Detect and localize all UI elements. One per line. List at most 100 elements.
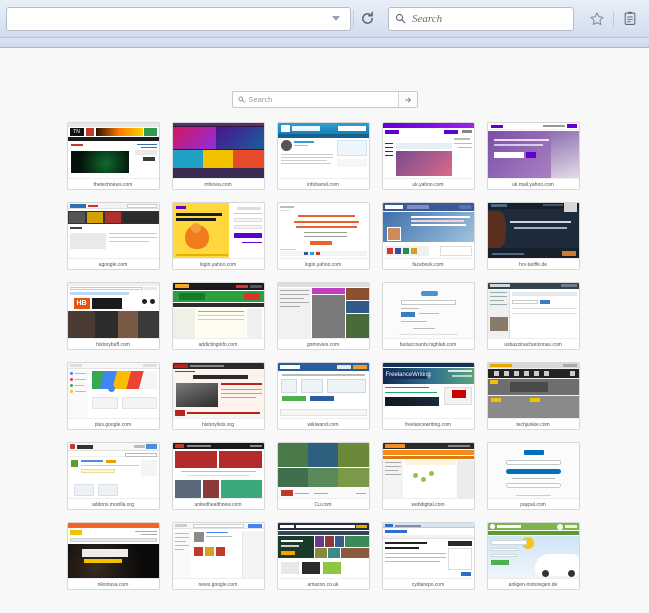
thumbnail-label: amazon.co.uk xyxy=(277,578,369,589)
thumbnail-label: Cu.com xyxy=(277,498,369,509)
thumbnail-tile[interactable]: hrs-tariffe.de xyxy=(486,202,580,270)
newtab-search-placeholder: Search xyxy=(248,95,273,104)
thumbnail-tile[interactable]: gomovies.com xyxy=(276,282,370,350)
thumbnail-grid: TN thetechnews.com mfsnea.com infobarrel… xyxy=(66,122,583,590)
thumbnail-label: login.yahoo.com xyxy=(277,258,369,269)
thumbnail-tile[interactable]: historylists.org xyxy=(171,362,265,430)
thumbnail-label: freelancewriting.com xyxy=(382,418,474,429)
thumbnail-tile[interactable]: wikiwand.com xyxy=(276,362,370,430)
thumbnail-tile[interactable]: webdigital.com xyxy=(381,442,475,510)
reader-list-icon xyxy=(624,11,636,25)
thumbnail-label: webdigital.com xyxy=(382,498,474,509)
thumbnail-preview xyxy=(67,203,159,258)
thumbnail-tile[interactable]: Cu.com xyxy=(276,442,370,510)
search-icon xyxy=(238,96,245,103)
newtab-search-submit-button[interactable] xyxy=(397,92,417,107)
thumbnail-tile[interactable]: anligen-motoregen.de xyxy=(486,522,580,590)
thumbnail-label: infobarrel.com xyxy=(277,178,369,189)
thumbnail-tile[interactable]: FreelanceWriting freelancewriting.com xyxy=(381,362,475,430)
thumbnail-label: wikiwand.com xyxy=(277,418,369,429)
thumbnail-preview xyxy=(382,443,474,498)
thumbnail-tile[interactable]: fastaccounts.highlab.com xyxy=(381,282,475,350)
thumbnail-preview xyxy=(382,283,474,338)
thumbnail-tile[interactable]: infobarrel.com xyxy=(276,122,370,190)
thumbnail-preview xyxy=(487,203,579,258)
thumbnail-preview xyxy=(487,443,579,498)
thumbnail-preview xyxy=(277,123,369,178)
thumbnail-preview xyxy=(487,523,579,578)
thumbnail-preview xyxy=(172,523,264,578)
toolbar-search-box[interactable]: Search xyxy=(388,6,574,31)
thumbnail-tile[interactable]: login.yahoo.com xyxy=(276,202,370,270)
thumbnail-preview xyxy=(172,363,264,418)
thumbnail-preview xyxy=(67,443,159,498)
thumbnail-tile[interactable]: paypal.com xyxy=(486,442,580,510)
thumbnail-preview xyxy=(172,123,264,178)
thumbnail-preview xyxy=(67,523,159,578)
thumbnail-preview xyxy=(382,203,474,258)
thumbnail-label: addictinginfo.com xyxy=(172,338,264,349)
thumbnail-label: historybuff.com xyxy=(67,338,159,349)
reader-list-button[interactable] xyxy=(617,6,643,32)
thumbnail-label: login.yahoo.com xyxy=(172,258,264,269)
thumbnail-label: usbazzinacharizonas.com xyxy=(487,338,579,349)
thumbnail-label: cydiarepo.com xyxy=(382,578,474,589)
thumbnail-tile[interactable]: facebook.com xyxy=(381,202,475,270)
reload-button[interactable] xyxy=(354,7,380,31)
thumbnail-tile[interactable]: TN thetechnews.com xyxy=(66,122,160,190)
thumbnail-preview xyxy=(487,123,579,178)
thumbnail-tile[interactable]: uk.yahoo.com xyxy=(381,122,475,190)
thumbnail-preview xyxy=(487,283,579,338)
thumbnail-preview xyxy=(277,523,369,578)
toolbar-bottom-band xyxy=(0,38,649,48)
thumbnail-tile[interactable]: unitedhealthnew.com xyxy=(171,442,265,510)
newtab-page: Search TN thetechnews.com mfsnea.com inf… xyxy=(0,48,649,612)
thumbnail-tile[interactable]: usbazzinacharizonas.com xyxy=(486,282,580,350)
thumbnail-tile[interactable]: agoogle.com xyxy=(66,202,160,270)
thumbnail-label: facebook.com xyxy=(382,258,474,269)
thumbnail-label: unitedhealthnew.com xyxy=(172,498,264,509)
thumbnail-tile[interactable]: amazon.co.uk xyxy=(276,522,370,590)
thumbnail-tile[interactable]: addictinginfo.com xyxy=(171,282,265,350)
thumbnail-tile[interactable]: mfsnea.com xyxy=(171,122,265,190)
newtab-search-input[interactable]: Search xyxy=(233,92,398,107)
browser-toolbar: Search xyxy=(0,0,649,38)
thumbnail-preview xyxy=(382,523,474,578)
arrow-right-icon xyxy=(404,97,411,102)
thumbnail-label: anligen-motoregen.de xyxy=(487,578,579,589)
thumbnail-tile[interactable]: HB historybuff.com xyxy=(66,282,160,350)
thumbnail-tile[interactable]: addons.mozilla.org xyxy=(66,442,160,510)
thumbnail-label: news.google.com xyxy=(172,578,264,589)
thumbnail-preview xyxy=(277,203,369,258)
thumbnail-tile[interactable]: uk.mail.yahoo.com xyxy=(486,122,580,190)
thumbnail-preview xyxy=(172,203,264,258)
thumbnail-label: hrs-tariffe.de xyxy=(487,258,579,269)
thumbnail-tile[interactable]: cydiarepo.com xyxy=(381,522,475,590)
thumbnail-tile[interactable]: news.google.com xyxy=(171,522,265,590)
thumbnail-tile[interactable]: techjunkie.com xyxy=(486,362,580,430)
newtab-search-box[interactable]: Search xyxy=(231,91,418,108)
thumbnail-preview: TN xyxy=(67,123,159,178)
thumbnail-tile[interactable]: nikonusa.com xyxy=(66,522,160,590)
thumbnail-label: nikonusa.com xyxy=(67,578,159,589)
thumbnail-preview: HB xyxy=(67,283,159,338)
thumbnail-label: uk.yahoo.com xyxy=(382,178,474,189)
thumbnail-label: fastaccounts.highlab.com xyxy=(382,338,474,349)
chevron-down-icon[interactable] xyxy=(332,16,340,21)
thumbnail-label: historylists.org xyxy=(172,418,264,429)
thumbnail-label: uk.mail.yahoo.com xyxy=(487,178,579,189)
thumbnail-tile[interactable]: login.yahoo.com xyxy=(171,202,265,270)
thumbnail-label: plus.google.com xyxy=(67,418,159,429)
url-bar[interactable] xyxy=(6,6,351,31)
thumbnail-preview xyxy=(487,363,579,418)
thumbnail-preview xyxy=(277,363,369,418)
toolbar-divider-2 xyxy=(613,10,614,27)
thumbnail-tile[interactable]: plus.google.com xyxy=(66,362,160,430)
thumbnail-label: paypal.com xyxy=(487,498,579,509)
reload-icon xyxy=(361,11,373,24)
bookmark-star-icon xyxy=(590,11,604,25)
thumbnail-label: mfsnea.com xyxy=(172,178,264,189)
search-icon xyxy=(395,13,406,24)
thumbnail-label: techjunkie.com xyxy=(487,418,579,429)
bookmark-star-button[interactable] xyxy=(584,6,610,32)
